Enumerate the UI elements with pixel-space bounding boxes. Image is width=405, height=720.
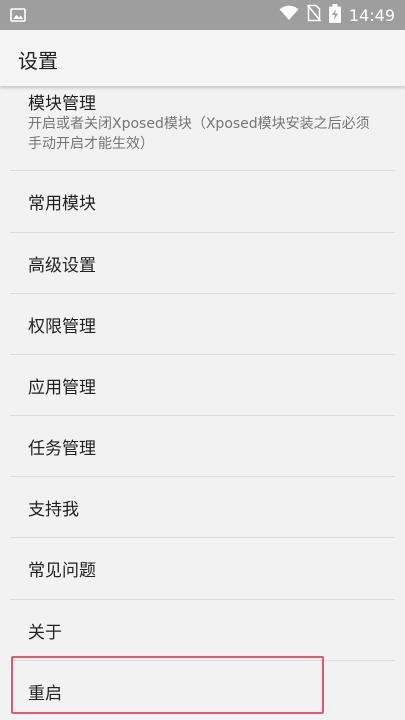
settings-item-faq[interactable]: 常见问题	[0, 538, 405, 599]
settings-item-support-me[interactable]: 支持我	[0, 477, 405, 538]
wifi-icon	[279, 5, 299, 25]
settings-item-task-management[interactable]: 任务管理	[0, 416, 405, 477]
settings-item-label: 关于	[28, 623, 62, 643]
status-bar: 14:49	[0, 0, 405, 30]
no-sim-icon	[306, 4, 321, 26]
status-time: 14:49	[348, 5, 395, 25]
battery-charging-icon	[328, 3, 341, 27]
settings-item-common-modules[interactable]: 常用模块	[0, 171, 405, 232]
settings-item-label: 重启	[28, 684, 62, 704]
settings-item-advanced-settings[interactable]: 高级设置	[0, 233, 405, 294]
settings-item-app-management[interactable]: 应用管理	[0, 355, 405, 416]
settings-item-description: 开启或者关闭Xposed模块（Xposed模块安装之后必须手动开启才能生效）	[28, 116, 370, 152]
settings-item-permission-management[interactable]: 权限管理	[0, 294, 405, 355]
page-title: 设置	[18, 49, 58, 73]
settings-item-label: 支持我	[28, 500, 79, 520]
settings-item-label: 应用管理	[28, 378, 96, 398]
image-icon	[10, 7, 26, 23]
settings-item-reboot[interactable]: 重启	[0, 661, 405, 720]
status-icons: 14:49	[279, 0, 395, 30]
settings-item-label: 常用模块	[28, 194, 96, 214]
app-bar: 设置	[0, 30, 405, 86]
settings-item-label: 权限管理	[28, 317, 96, 337]
settings-item-title: 模块管理	[28, 94, 96, 114]
settings-item-label: 高级设置	[28, 256, 96, 276]
settings-item-label: 常见问题	[28, 561, 96, 581]
settings-list: 模块管理 开启或者关闭Xposed模块（Xposed模块安装之后必须手动开启才能…	[0, 86, 405, 720]
settings-item-module-management[interactable]: 模块管理 开启或者关闭Xposed模块（Xposed模块安装之后必须手动开启才能…	[0, 86, 405, 170]
settings-item-about[interactable]: 关于	[0, 600, 405, 661]
settings-item-label: 任务管理	[28, 439, 96, 459]
